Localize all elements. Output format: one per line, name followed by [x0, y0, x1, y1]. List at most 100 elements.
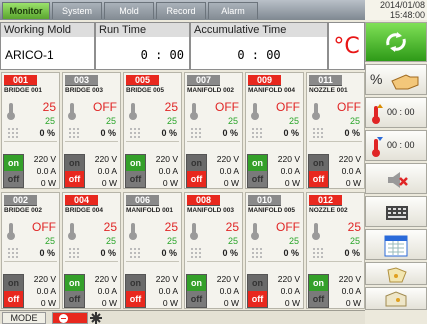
switch-on[interactable]: on — [126, 155, 145, 171]
zone-card[interactable]: 003 BRIDGE 003 OFF 25 0 % on off 220 V 0.0 A 0 W — [62, 72, 121, 189]
zone-card[interactable]: 006 MANIFOLD 001 25 25 0 % on off 220 V 0.0 A 0 W — [123, 192, 182, 309]
switch-off[interactable]: off — [248, 171, 267, 187]
zone-pv[interactable]: OFF — [93, 100, 117, 114]
switch-off[interactable]: off — [65, 291, 84, 307]
calendar-button[interactable] — [365, 229, 427, 260]
thermometer-down-icon — [372, 137, 383, 157]
zone-sv[interactable]: 25 — [350, 236, 360, 246]
zone-output-percent: 0 % — [39, 248, 55, 258]
switch-off[interactable]: off — [65, 171, 84, 187]
zone-sv[interactable]: 25 — [45, 236, 55, 246]
zone-sv[interactable]: 25 — [289, 236, 299, 246]
switch-on[interactable]: on — [187, 155, 206, 171]
zone-current: 0.0 A — [36, 166, 56, 176]
zone-switch[interactable]: on off — [125, 274, 146, 308]
zone-sv[interactable]: 25 — [106, 116, 116, 126]
temperature-unit[interactable]: °C — [328, 22, 365, 70]
zone-switch[interactable]: on off — [64, 154, 85, 188]
zone-card[interactable]: 011 NOZZLE 001 OFF 25 0 % on off 220 V 0.0 A 0 W — [306, 72, 365, 189]
timer-up-button[interactable]: 00 : 00 — [365, 97, 427, 128]
zone-card[interactable]: 012 NOZZLE 002 25 25 0 % on off 220 V 0.0 A0 W — [306, 192, 365, 309]
refresh-button[interactable] — [365, 22, 427, 62]
percent-button[interactable]: % — [365, 64, 427, 95]
zone-switch[interactable]: on off — [186, 274, 207, 308]
zone-card[interactable]: 001 BRIDGE 001 25 25 0 % on off 220 V 0.0 A0 W — [1, 72, 60, 189]
switch-off[interactable]: off — [187, 171, 206, 187]
zone-pv[interactable]: OFF — [276, 100, 300, 114]
bottom-bar: MODE — [0, 310, 365, 324]
zone-pv[interactable]: 25 — [348, 220, 361, 234]
switch-off[interactable]: off — [309, 291, 328, 307]
stop-button[interactable] — [52, 312, 88, 324]
zone-pv[interactable]: 25 — [165, 220, 178, 234]
zone-switch[interactable]: on off — [64, 274, 85, 308]
mute-button[interactable] — [365, 163, 427, 194]
switch-on[interactable]: on — [309, 275, 328, 291]
zone-pv[interactable]: 25 — [104, 220, 117, 234]
switch-off[interactable]: off — [309, 171, 328, 187]
switch-on[interactable]: on — [187, 275, 206, 291]
zone-pv[interactable]: 25 — [165, 100, 178, 114]
zone-pv[interactable]: 25 — [43, 100, 56, 114]
zone-sv[interactable]: 25 — [350, 116, 360, 126]
tab-alarm[interactable]: Alarm — [208, 2, 258, 19]
zone-card[interactable]: 010 MANIFOLD 005 OFF 25 0 % on off 220 V 0.0 A 0 … — [245, 192, 304, 309]
zone-pv[interactable]: 25 — [226, 220, 239, 234]
keypad-button[interactable] — [365, 196, 427, 227]
switch-on[interactable]: on — [65, 155, 84, 171]
timer-down-button[interactable]: 00 : 00 — [365, 130, 427, 161]
zone-card[interactable]: 007 MANIFOLD 002 OFF 25 0 % on off 220 V 0.0 A 0 … — [184, 72, 243, 189]
switch-off[interactable]: off — [126, 171, 145, 187]
switch-off[interactable]: off — [4, 291, 23, 307]
fan-icon[interactable] — [90, 312, 102, 324]
zone-pv[interactable]: OFF — [32, 220, 56, 234]
switch-on[interactable]: on — [309, 155, 328, 171]
zone-pv[interactable]: OFF — [215, 100, 239, 114]
zone-switch[interactable]: on off — [125, 154, 146, 188]
zone-sv[interactable]: 25 — [45, 116, 55, 126]
switch-off[interactable]: off — [248, 291, 267, 307]
divider — [248, 141, 301, 142]
switch-off[interactable]: off — [187, 291, 206, 307]
zone-switch[interactable]: on off — [308, 274, 329, 308]
switch-on[interactable]: on — [4, 275, 23, 291]
zone-voltage: 220 V — [155, 154, 178, 164]
zone-sv[interactable]: 25 — [106, 236, 116, 246]
switch-on[interactable]: on — [248, 275, 267, 291]
switch-on[interactable]: on — [126, 275, 145, 291]
tab-mold[interactable]: Mold — [104, 2, 154, 19]
zone-card[interactable]: 004 BRIDGE 004 25 25 0 % on off 220 V 0.0 A0 W — [62, 192, 121, 309]
zone-pv[interactable]: OFF — [337, 100, 361, 114]
zone-pv[interactable]: OFF — [276, 220, 300, 234]
zone-id: 001 — [4, 75, 37, 86]
run-time-panel: Run Time 0 : 00 — [95, 22, 190, 70]
zone-switch[interactable]: on off — [247, 154, 268, 188]
zone-card[interactable]: 005 BRIDGE 005 25 25 0 % on off 220 V 0.0 A0 W — [123, 72, 182, 189]
zone-card[interactable]: 002 BRIDGE 002 OFF 25 0 % on off 220 V 0.0 A 0 W — [1, 192, 60, 309]
zone-switch[interactable]: on off — [186, 154, 207, 188]
zone-sv[interactable]: 25 — [167, 236, 177, 246]
switch-on[interactable]: on — [65, 275, 84, 291]
zone-card[interactable]: 008 MANIFOLD 003 25 25 0 % on off 220 V 0.0 A 0 W — [184, 192, 243, 309]
zone-switch[interactable]: on off — [308, 154, 329, 188]
zone-switch[interactable]: on off — [3, 274, 24, 308]
switch-on[interactable]: on — [4, 155, 23, 171]
zone-sv[interactable]: 25 — [228, 236, 238, 246]
tab-system[interactable]: System — [52, 2, 102, 19]
zone-sv[interactable]: 25 — [167, 116, 177, 126]
zone-card[interactable]: 009 MANIFOLD 004 OFF 25 0 % on off 220 V 0.0 A 0 … — [245, 72, 304, 189]
working-mold-value[interactable]: ARICO-1 — [1, 41, 94, 69]
zone-switch[interactable]: on off — [247, 274, 268, 308]
switch-off[interactable]: off — [4, 171, 23, 187]
tab-monitor[interactable]: Monitor — [2, 2, 50, 19]
zone-switch[interactable]: on off — [3, 154, 24, 188]
zone-sv[interactable]: 25 — [228, 116, 238, 126]
switch-off[interactable]: off — [126, 291, 145, 307]
mode-button[interactable]: MODE — [2, 312, 46, 324]
switch-on[interactable]: on — [248, 155, 267, 171]
mold-view-button[interactable] — [365, 262, 427, 285]
tab-record[interactable]: Record — [156, 2, 206, 19]
mold-open-button[interactable] — [365, 287, 427, 310]
zone-sv[interactable]: 25 — [289, 116, 299, 126]
zone-current: 0.0 A — [341, 286, 361, 296]
